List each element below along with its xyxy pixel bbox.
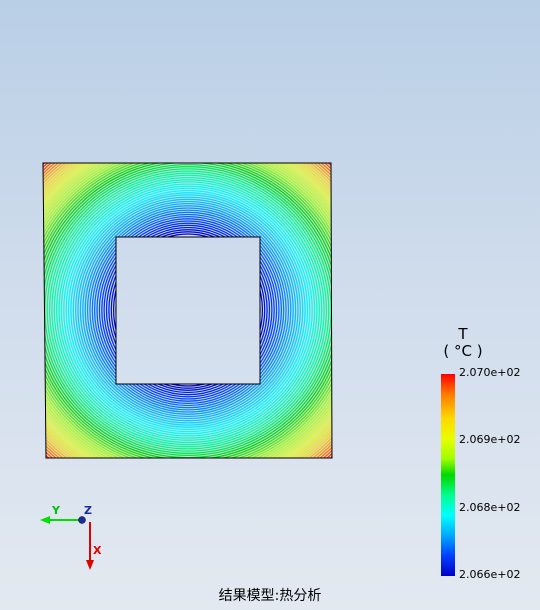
legend-unit: ( °C ) bbox=[443, 342, 483, 360]
temperature-contour-plot bbox=[42, 162, 333, 459]
legend-variable: T bbox=[458, 325, 468, 343]
contour-ring bbox=[115, 233, 261, 387]
contour-ring bbox=[96, 215, 280, 405]
contour-ring bbox=[110, 229, 266, 391]
contour-ring bbox=[89, 209, 287, 411]
triad-y-label: Y bbox=[52, 504, 60, 517]
legend-tick-2: 2.069e+02 bbox=[459, 433, 521, 446]
triad-x-label: X bbox=[93, 544, 102, 557]
contour-ring bbox=[93, 213, 283, 407]
triad-z-label: Z bbox=[84, 504, 92, 517]
contour-ring bbox=[105, 224, 271, 396]
color-scale-bar bbox=[441, 374, 455, 576]
result-model-label: 结果模型:热分析 bbox=[218, 588, 322, 604]
legend-tick-max: 2.070e+02 bbox=[459, 366, 521, 379]
axis-triad bbox=[40, 516, 94, 570]
contour-ring bbox=[98, 218, 278, 402]
contour-ring bbox=[86, 207, 290, 413]
y-axis-arrow bbox=[40, 516, 50, 524]
z-axis-origin bbox=[78, 516, 86, 524]
contour-ring bbox=[91, 211, 285, 409]
model-viewport[interactable] bbox=[0, 0, 540, 610]
contour-ring bbox=[112, 231, 264, 389]
legend-title: T ( °C ) bbox=[440, 326, 486, 360]
contour-ring bbox=[103, 222, 273, 398]
legend-tick-3: 2.068e+02 bbox=[459, 501, 521, 514]
hole-outline bbox=[115, 236, 261, 385]
contour-ring bbox=[101, 220, 275, 400]
x-axis-arrow bbox=[86, 560, 94, 570]
legend-tick-min: 2.066e+02 bbox=[459, 568, 521, 581]
contour-ring bbox=[108, 226, 268, 394]
